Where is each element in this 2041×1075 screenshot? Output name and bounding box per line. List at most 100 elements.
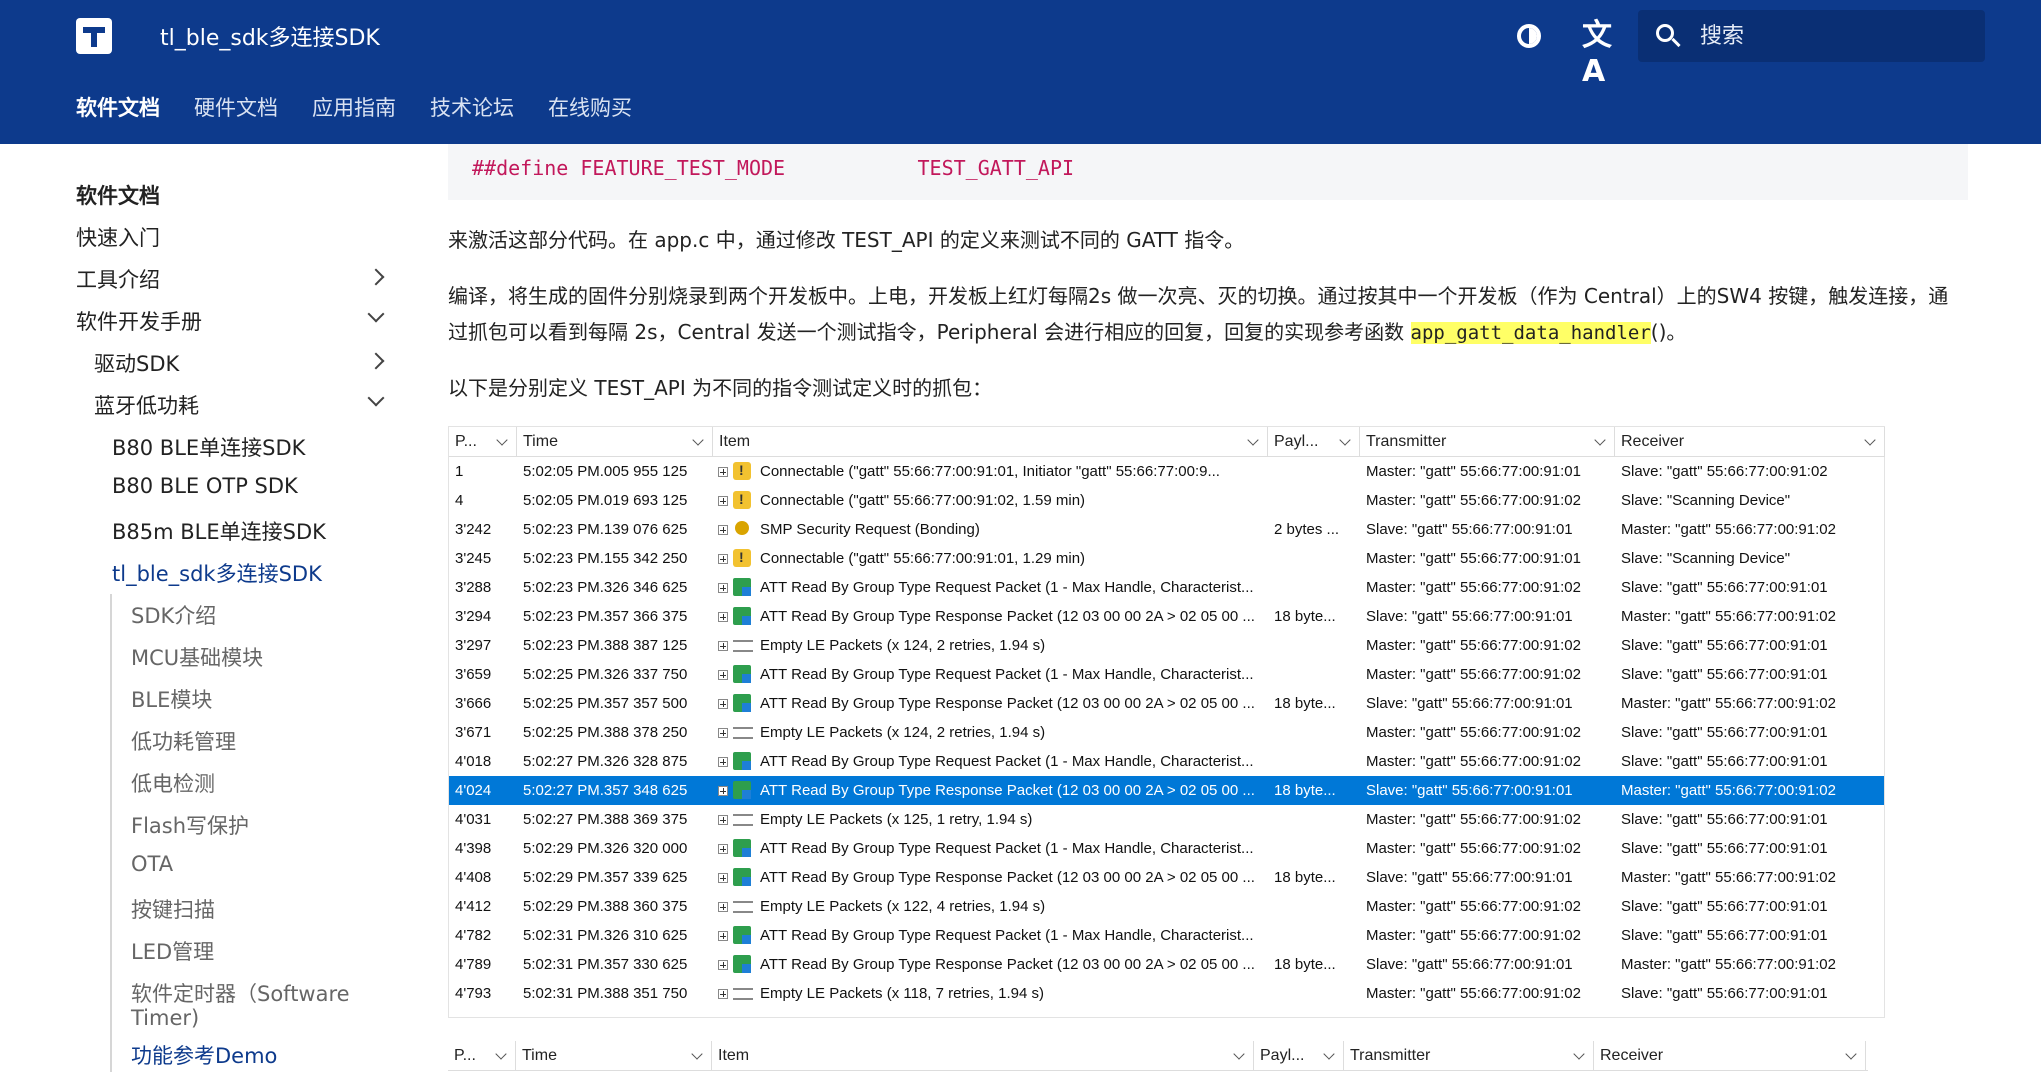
- table-row[interactable]: 3'288 5:02:23 PM.326 346 625 ATT Read By G…: [449, 573, 1884, 602]
- site-header: tl_ble_sdk多连接SDK 文A 软件文档 硬件文档 应用指南 技术论坛 …: [0, 0, 2041, 144]
- sidebar-item-software-docs[interactable]: 软件文档: [76, 180, 160, 210]
- tab-hardware-docs[interactable]: 硬件文档: [194, 92, 278, 122]
- sidebar-item-low-power[interactable]: 低功耗管理: [131, 726, 236, 756]
- tab-software-docs[interactable]: 软件文档: [76, 92, 160, 122]
- expand-icon[interactable]: [718, 467, 728, 477]
- column-header-transmitter[interactable]: Transmitter: [1360, 427, 1615, 457]
- expand-icon[interactable]: [718, 931, 728, 941]
- expand-icon[interactable]: [718, 786, 728, 796]
- tab-app-guide[interactable]: 应用指南: [312, 92, 396, 122]
- cell-time: 5:02:31 PM.357 330 625: [523, 956, 688, 973]
- cell-time: 5:02:23 PM.139 076 625: [523, 521, 688, 538]
- att-icon: [733, 781, 751, 799]
- search-input[interactable]: [1700, 22, 1960, 50]
- expand-icon[interactable]: [718, 844, 728, 854]
- table-row[interactable]: 4'018 5:02:27 PM.326 328 875 ATT Read By G…: [449, 747, 1884, 776]
- table-row[interactable]: 3'666 5:02:25 PM.357 357 500 ATT Read By G…: [449, 689, 1884, 718]
- cell-item: ATT Read By Group Type Request Packet (1…: [760, 753, 1254, 770]
- expand-icon[interactable]: [718, 554, 728, 564]
- cell-rx: Slave: "gatt" 55:66:77:00:91:01: [1621, 927, 1828, 944]
- cell-p: 4'408: [455, 869, 492, 886]
- expand-icon[interactable]: [718, 496, 728, 506]
- sidebar-item-battery-check[interactable]: 低电检测: [131, 768, 215, 798]
- table-row[interactable]: 3'245 5:02:23 PM.155 342 250 Connectable (…: [449, 543, 1884, 573]
- telink-logo-icon[interactable]: [76, 18, 112, 54]
- expand-icon[interactable]: [718, 989, 728, 999]
- sidebar-item-tl-ble-multi[interactable]: tl_ble_sdk多连接SDK: [112, 558, 322, 588]
- chevron-down-icon: [691, 1048, 703, 1060]
- table-row[interactable]: 4'412 5:02:29 PM.388 360 375 Empty LE Pack…: [449, 892, 1884, 921]
- cell-item: Empty LE Packets (x 124, 2 retries, 1.94…: [760, 637, 1046, 654]
- expand-icon[interactable]: [718, 873, 728, 883]
- expand-icon[interactable]: [718, 670, 728, 680]
- column-header-p[interactable]: P...: [448, 1041, 516, 1071]
- sidebar-item-soft-timer-line2[interactable]: Timer): [131, 1006, 199, 1030]
- att-icon: [733, 868, 751, 886]
- sidebar-item-quick-start[interactable]: 快速入门: [76, 222, 160, 252]
- column-header-transmitter[interactable]: Transmitter: [1344, 1041, 1594, 1071]
- table-row[interactable]: 3'294 5:02:23 PM.357 366 375 ATT Read By G…: [449, 602, 1884, 631]
- table-row[interactable]: 4 5:02:05 PM.019 693 125 Connectable ("gat…: [449, 485, 1884, 515]
- chevron-right-icon[interactable]: [367, 352, 385, 370]
- expand-icon[interactable]: [718, 525, 728, 535]
- sidebar-item-ble-module[interactable]: BLE模块: [131, 684, 212, 714]
- column-header-receiver[interactable]: Receiver: [1594, 1041, 1866, 1071]
- table-row[interactable]: 1 5:02:05 PM.005 955 125 Connectable ("gat…: [449, 456, 1884, 486]
- sidebar-item-dev-manual[interactable]: 软件开发手册: [76, 306, 202, 336]
- sidebar-item-ble[interactable]: 蓝牙低功耗: [94, 390, 199, 420]
- expand-icon[interactable]: [718, 960, 728, 970]
- sidebar-item-flash-protect[interactable]: Flash写保护: [131, 810, 249, 840]
- expand-icon[interactable]: [718, 612, 728, 622]
- sidebar-item-led[interactable]: LED管理: [131, 936, 214, 966]
- sidebar-item-demo[interactable]: 功能参考Demo: [131, 1040, 277, 1070]
- sidebar-item-soft-timer[interactable]: 软件定时器（Software: [131, 978, 350, 1008]
- expand-icon[interactable]: [718, 641, 728, 651]
- table-row[interactable]: 3'297 5:02:23 PM.388 387 125 Empty LE Pack…: [449, 631, 1884, 660]
- column-header-time[interactable]: Time: [517, 427, 713, 457]
- sidebar-item-key-scan[interactable]: 按键扫描: [131, 894, 215, 924]
- column-header-payload[interactable]: Payl...: [1254, 1041, 1344, 1071]
- expand-icon[interactable]: [718, 757, 728, 767]
- column-header-item[interactable]: Item: [712, 1041, 1254, 1071]
- search-box[interactable]: [1638, 10, 1985, 62]
- sidebar-item-b80-single[interactable]: B80 BLE单连接SDK: [112, 432, 305, 462]
- table-row[interactable]: 3'242 5:02:23 PM.139 076 625 SMP Security …: [449, 515, 1884, 544]
- theme-toggle-icon[interactable]: [1511, 18, 1547, 54]
- chevron-right-icon[interactable]: [367, 268, 385, 286]
- table-row[interactable]: 4'408 5:02:29 PM.357 339 625 ATT Read By G…: [449, 863, 1884, 892]
- sidebar-item-b80-otp[interactable]: B80 BLE OTP SDK: [112, 474, 298, 498]
- column-header-payload[interactable]: Payl...: [1268, 427, 1360, 457]
- sidebar-item-sdk-intro[interactable]: SDK介绍: [131, 600, 216, 630]
- cell-p: 3'288: [455, 579, 492, 596]
- site-title[interactable]: tl_ble_sdk多连接SDK: [160, 20, 380, 52]
- expand-icon[interactable]: [718, 815, 728, 825]
- sidebar-item-driver-sdk[interactable]: 驱动SDK: [94, 348, 179, 378]
- sidebar-item-mcu-basic[interactable]: MCU基础模块: [131, 642, 263, 672]
- connection-icon: [733, 485, 751, 514]
- chevron-down-icon[interactable]: [367, 305, 385, 323]
- expand-icon[interactable]: [718, 699, 728, 709]
- table-row[interactable]: 4'782 5:02:31 PM.326 310 625 ATT Read By G…: [449, 921, 1884, 950]
- sidebar-item-b85m-single[interactable]: B85m BLE单连接SDK: [112, 516, 326, 546]
- table-row[interactable]: 3'659 5:02:25 PM.326 337 750 ATT Read By G…: [449, 660, 1884, 689]
- column-header-time[interactable]: Time: [516, 1041, 712, 1071]
- packet-capture-table: P... Time Item Payl... Transmitter Recei…: [448, 426, 1885, 1018]
- table-row[interactable]: 3'671 5:02:25 PM.388 378 250 Empty LE Pack…: [449, 718, 1884, 747]
- table-row[interactable]: 4'793 5:02:31 PM.388 351 750 Empty LE Pack…: [449, 979, 1884, 1008]
- tab-online-purchase[interactable]: 在线购买: [548, 92, 632, 122]
- expand-icon[interactable]: [718, 728, 728, 738]
- table-row[interactable]: 4'031 5:02:27 PM.388 369 375 Empty LE Pack…: [449, 805, 1884, 834]
- table-row[interactable]: 4'398 5:02:29 PM.326 320 000 ATT Read By G…: [449, 834, 1884, 863]
- translate-icon[interactable]: 文A: [1582, 18, 1618, 89]
- column-header-item[interactable]: Item: [713, 427, 1268, 457]
- chevron-down-icon[interactable]: [367, 389, 385, 407]
- sidebar-item-ota[interactable]: OTA: [131, 852, 173, 876]
- table-row[interactable]: 4'789 5:02:31 PM.357 330 625 ATT Read By G…: [449, 950, 1884, 979]
- column-header-receiver[interactable]: Receiver: [1615, 427, 1885, 457]
- expand-icon[interactable]: [718, 902, 728, 912]
- sidebar-item-tools[interactable]: 工具介绍: [76, 264, 160, 294]
- expand-icon[interactable]: [718, 583, 728, 593]
- column-header-p[interactable]: P...: [449, 427, 517, 457]
- tab-tech-forum[interactable]: 技术论坛: [430, 92, 514, 122]
- table-row[interactable]: 4'024 5:02:27 PM.357 348 625 ATT Read By G…: [449, 776, 1884, 805]
